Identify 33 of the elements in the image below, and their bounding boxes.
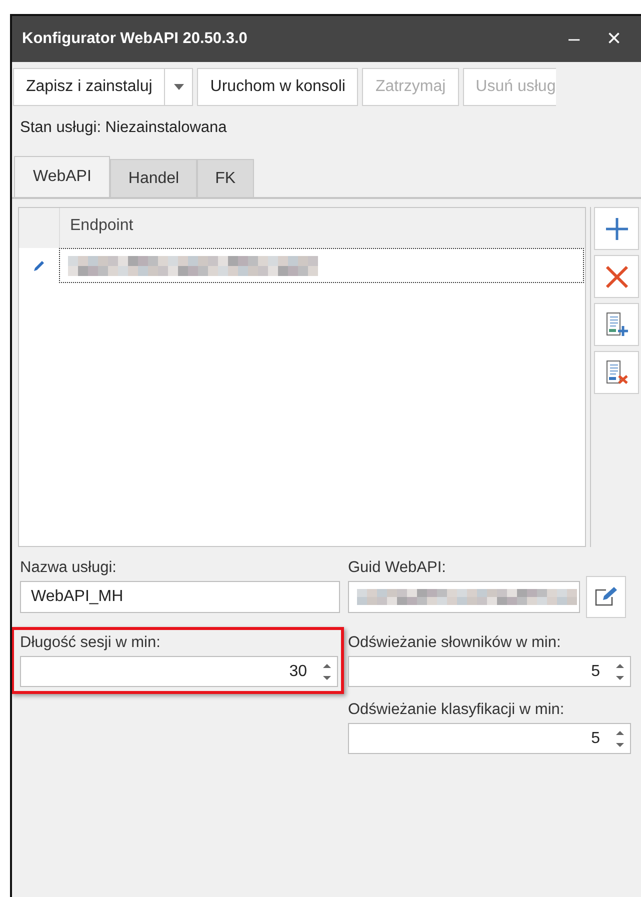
edit-icon: [594, 586, 618, 608]
guid-field[interactable]: [348, 581, 580, 613]
grid-action-button[interactable]: [594, 303, 639, 346]
service-name-field[interactable]: WebAPI_MH: [20, 581, 340, 613]
tab[interactable]: WebAPI: [14, 156, 110, 197]
column-header: Endpoint: [69, 216, 134, 236]
minimize-button[interactable]: –: [541, 28, 607, 50]
delete-icon: [604, 264, 628, 288]
toolbar-button[interactable]: Uruchom w konsoli: [197, 68, 358, 106]
edit-button[interactable]: [586, 576, 626, 618]
field-label: Odświeżanie słowników w min:: [348, 634, 562, 652]
table-cell[interactable]: [59, 248, 584, 283]
grid-action-button[interactable]: [594, 351, 639, 394]
field-label: Długość sesji w min:: [20, 634, 162, 652]
grid-action-button[interactable]: [594, 255, 639, 298]
number-spinner[interactable]: 5: [348, 656, 631, 687]
number-spinner[interactable]: 30: [20, 656, 338, 687]
caret-icon: [174, 84, 184, 90]
document-add-icon: [604, 312, 628, 338]
document-delete-icon: [604, 360, 628, 386]
toolbar-button[interactable]: Zapisz i zainstaluj: [13, 68, 166, 106]
field-label: Nazwa usługi:: [20, 559, 118, 577]
tab[interactable]: Handel: [110, 159, 198, 197]
field-label: Guid WebAPI:: [348, 559, 447, 577]
grid-action-button[interactable]: [594, 207, 639, 250]
field-label: Odświeżanie klasyfikacji w min:: [348, 701, 566, 719]
service-status: Stan usługi: Niezainstalowana: [19, 118, 228, 138]
tab[interactable]: FK: [197, 159, 254, 197]
number-spinner[interactable]: 5: [348, 723, 631, 754]
dropdown-button[interactable]: [165, 68, 194, 106]
window-title: Konfigurator WebAPI 20.50.3.0: [22, 30, 248, 48]
plus-icon: [604, 216, 628, 240]
close-button[interactable]: ×: [607, 25, 641, 53]
